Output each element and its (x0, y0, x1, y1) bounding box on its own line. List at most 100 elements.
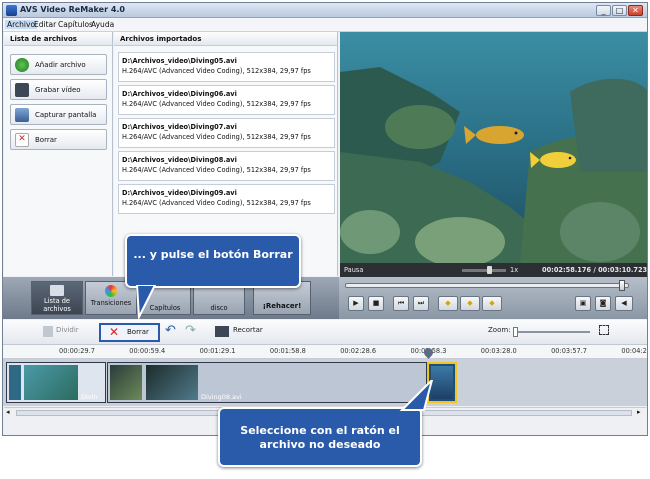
delete-clip-label: Borrar (127, 328, 149, 336)
file-item[interactable]: D:\Archivos_video\Diving07.avi H.264/AVC … (118, 118, 335, 148)
app-window: AVS Video ReMaker 4.0 _ □ ✕ Archivo Edit… (2, 2, 648, 436)
marker-icon: ◆ (489, 299, 495, 307)
zoom-thumb[interactable] (513, 327, 518, 337)
menu-editar[interactable]: Editar (34, 20, 56, 29)
video-preview (340, 32, 647, 263)
files-icon (50, 285, 64, 296)
trim-button[interactable]: Recortar (233, 326, 263, 334)
mark-in-button[interactable]: ◆ (438, 296, 458, 311)
tab-files-list[interactable]: Lista de archivos (31, 281, 83, 315)
clip-diving05[interactable]: Divin (6, 362, 106, 403)
window-title: AVS Video ReMaker 4.0 (20, 5, 125, 14)
monitor-icon (15, 108, 29, 122)
seek-bar[interactable] (345, 283, 629, 288)
transitions-icon (105, 285, 117, 297)
redo-icon[interactable]: ↷ (185, 323, 196, 338)
record-video-button[interactable]: Grabar vídeo (10, 79, 107, 100)
marker-out-icon: ◆ (467, 299, 473, 307)
files-panel: Lista de archivos Añadir archivo Grabar … (4, 32, 113, 276)
speed-slider[interactable] (462, 269, 506, 272)
menu-archivo[interactable]: Archivo (5, 20, 38, 29)
clip-thumb (146, 365, 198, 400)
menu-bar: Archivo Editar Capítulos Ayuda (3, 18, 647, 32)
callout-bottom-text: Seleccione con el ratón el archivo no de… (240, 424, 400, 451)
file-path: D:\Archivos_video\Diving08.avi (122, 156, 237, 164)
ruler-tick-label: 00:00:29.7 (59, 347, 95, 355)
delete-clip-button[interactable]: ✕ Borrar (99, 323, 160, 342)
zoom-slider[interactable] (515, 331, 590, 333)
tab-transitions-label: Transiciones (90, 299, 132, 307)
edit-toolbar: Dividir ✕ Borrar ↶ ↷ Recortar Zoom: (3, 320, 647, 345)
stop-button[interactable]: ■ (368, 296, 384, 311)
prev-frame-button[interactable]: ⏮ (393, 296, 409, 311)
scroll-left-icon[interactable]: ◂ (6, 408, 10, 416)
file-path: D:\Archivos_video\Diving06.avi (122, 90, 237, 98)
player-controls: ▶ ■ ⏮ ⏭ ◆ ◆ ◆ ▣ ◙ ◀ (339, 277, 647, 319)
file-item[interactable]: D:\Archivos_video\Diving05.avi H.264/AVC … (118, 52, 335, 82)
clip-label: Divin (81, 393, 98, 401)
mark-button[interactable]: ◆ (482, 296, 502, 311)
tab-files-list-label: Lista de archivos (43, 297, 71, 313)
stop-icon: ■ (372, 299, 380, 307)
file-info: H.264/AVC (Advanced Video Coding), 512x3… (122, 166, 311, 174)
app-icon (6, 5, 17, 16)
delete-icon: ✕ (15, 133, 29, 147)
fit-icon[interactable] (599, 325, 609, 335)
player-status-bar: Pausa 1x 00:02:58.176 / 00:03:10.723 (340, 263, 647, 277)
add-file-button[interactable]: Añadir archivo (10, 54, 107, 75)
delete-file-button[interactable]: ✕ Borrar (10, 129, 107, 150)
clip-thumb (24, 365, 78, 400)
timeline-ruler: 00:00:29.7 00:00:59.4 00:01:29.1 00:01:58.8… (3, 345, 647, 359)
undo-icon[interactable]: ↶ (165, 323, 176, 338)
file-item[interactable]: D:\Archivos_video\Diving09.avi H.264/AVC … (118, 184, 335, 214)
file-item[interactable]: D:\Archivos_video\Diving06.avi H.264/AVC … (118, 85, 335, 115)
mark-out-button[interactable]: ◆ (460, 296, 480, 311)
close-button[interactable]: ✕ (628, 5, 643, 16)
menu-capitulos[interactable]: Capítulos (58, 20, 93, 29)
record-video-label: Grabar vídeo (35, 86, 81, 94)
minimize-button[interactable]: _ (596, 5, 611, 16)
ruler-tick-label: 00:03:28.0 (480, 347, 517, 355)
file-item[interactable]: D:\Archivos_video\Diving08.avi H.264/AVC … (118, 151, 335, 181)
marker-in-icon: ◆ (445, 299, 451, 307)
player-state: Pausa (344, 266, 364, 274)
imported-files-title: Archivos importados (114, 32, 337, 46)
seek-thumb[interactable] (619, 280, 625, 291)
file-info: H.264/AVC (Advanced Video Coding), 512x3… (122, 100, 311, 108)
scroll-right-icon[interactable]: ▸ (637, 408, 641, 416)
camcorder-icon (15, 83, 29, 97)
next-frame-button[interactable]: ⏭ (413, 296, 429, 311)
menu-ayuda[interactable]: Ayuda (91, 20, 114, 29)
playback-speed: 1x (510, 266, 519, 274)
fullscreen-button[interactable]: ▣ (575, 296, 591, 311)
snapshot-button[interactable]: ◙ (595, 296, 611, 311)
clip-label: Diving08.avi (201, 393, 242, 401)
play-button[interactable]: ▶ (348, 296, 364, 311)
file-info: H.264/AVC (Advanced Video Coding), 512x3… (122, 67, 311, 75)
split-icon (43, 326, 53, 337)
capture-screen-label: Capturar pantalla (35, 111, 97, 119)
speed-slider-thumb[interactable] (487, 266, 492, 274)
timeline-track: Divin Diving08.avi (3, 359, 647, 406)
delete-icon: ✕ (109, 325, 120, 339)
zoom-label: Zoom: (488, 326, 511, 334)
speaker-icon: ◀ (621, 299, 627, 307)
split-button[interactable]: Dividir (56, 326, 79, 334)
ruler-tick-label: 00:02:28.6 (340, 347, 377, 355)
clip-thumb (110, 365, 142, 400)
underwater-scene-image (340, 32, 647, 263)
file-info: H.264/AVC (Advanced Video Coding), 512x3… (122, 133, 311, 141)
volume-button[interactable]: ◀ (615, 296, 633, 311)
maximize-button[interactable]: □ (612, 5, 627, 16)
callout-top-text: ... y pulse el botón Borrar (133, 248, 293, 261)
title-bar: AVS Video ReMaker 4.0 _ □ ✕ (3, 3, 647, 18)
clip-thumb (9, 365, 21, 400)
next-frame-icon: ⏭ (417, 299, 425, 307)
callout-select-file: Seleccione con el ratón el archivo no de… (218, 407, 422, 467)
capture-screen-button[interactable]: Capturar pantalla (10, 104, 107, 125)
trim-icon (215, 326, 229, 337)
ruler-tick-label: 00:00:59.4 (129, 347, 166, 355)
ruler-tick-label: 00:01:58.8 (269, 347, 306, 355)
play-icon: ▶ (353, 299, 359, 307)
clip-diving08[interactable]: Diving08.avi (107, 362, 427, 403)
